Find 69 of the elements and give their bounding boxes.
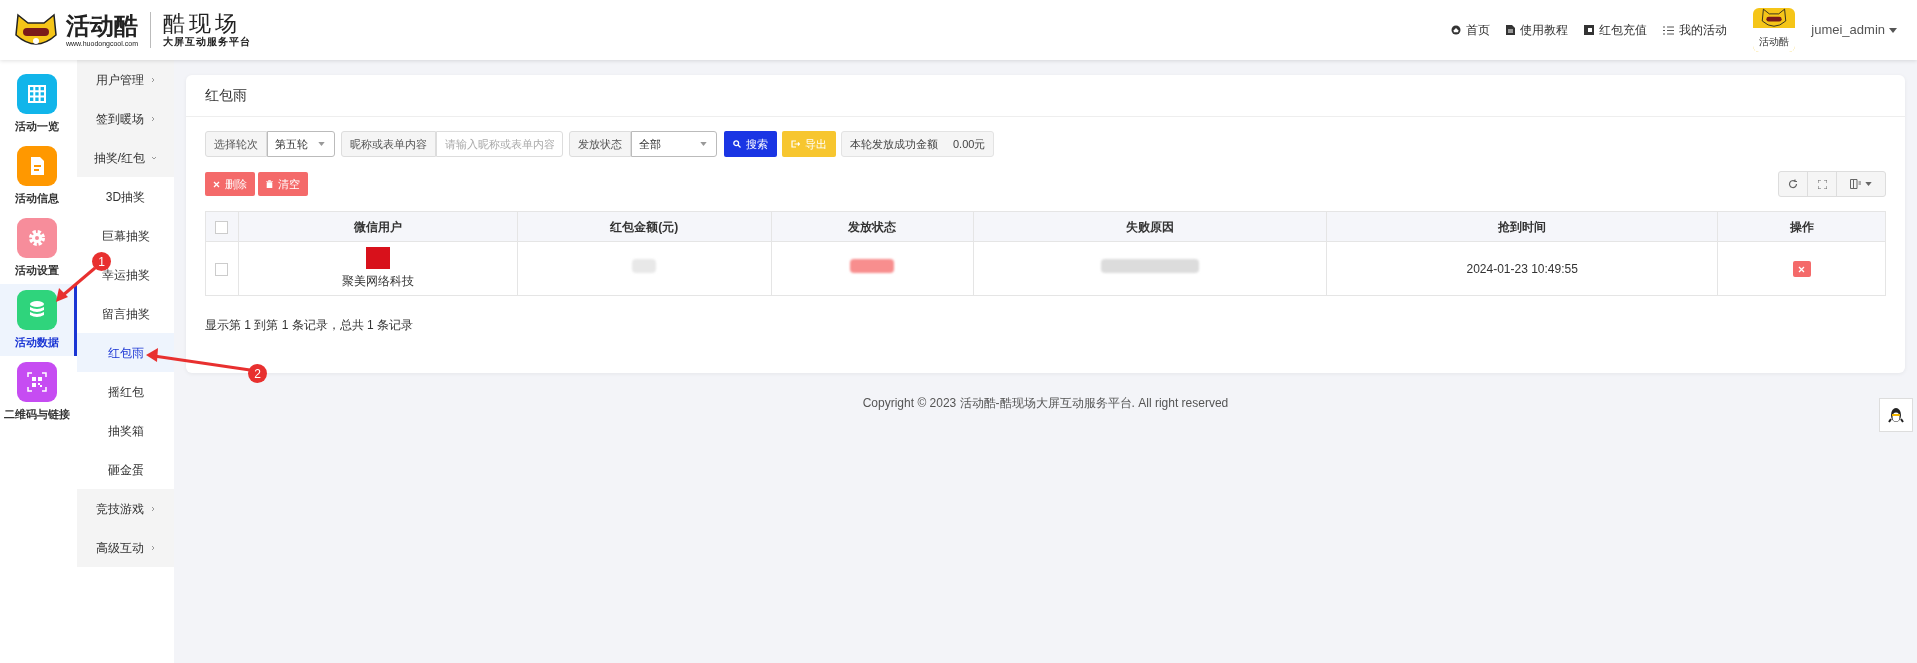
chevron-icon	[149, 115, 156, 122]
caret-icon	[318, 142, 325, 146]
list-icon	[1663, 25, 1675, 35]
nav-link[interactable]: 我的活动	[1663, 21, 1728, 39]
panel-title: 红包雨	[205, 86, 247, 105]
trash-icon	[266, 180, 273, 188]
row-checkbox[interactable]	[215, 262, 229, 276]
home-icon	[1451, 25, 1462, 35]
column-header: 抢到时间	[1326, 211, 1718, 242]
search-icon	[733, 140, 741, 148]
summary-label: 本轮发放成功金额	[850, 136, 938, 152]
sidebar-item[interactable]: 活动设置	[0, 212, 77, 284]
submenu-group[interactable]: 用户管理	[77, 60, 174, 99]
chevron-icon	[151, 154, 158, 161]
row-delete-button[interactable]	[1792, 261, 1811, 277]
column-header: 失败原因	[973, 211, 1327, 242]
qq-button[interactable]	[1879, 398, 1913, 432]
submenu-group[interactable]: 竞技游戏	[77, 489, 174, 528]
user-name: 聚美网络科技	[341, 273, 414, 290]
user-menu[interactable]: jumei_admin	[1811, 20, 1897, 40]
penguin-icon	[1888, 406, 1904, 424]
chevron-icon	[149, 505, 156, 512]
refresh-icon	[1788, 179, 1798, 189]
caret-icon	[1865, 182, 1872, 186]
column-header: 微信用户	[238, 211, 518, 242]
logo-tagline: 大屏互动服务平台	[163, 36, 251, 48]
column-header: 发放状态	[771, 211, 973, 242]
search-button[interactable]: 搜索	[724, 131, 777, 157]
copyright-text: Copyright © 2023 活动酷-酷现场大屏互动服务平台. All right reserved	[862, 395, 1229, 412]
filter-label: 选择轮次	[205, 131, 267, 157]
sidebar-item[interactable]: 活动一览	[0, 68, 77, 140]
cat-logo-icon	[14, 13, 58, 47]
summary-value: 0.00元	[953, 136, 986, 152]
submenu-group[interactable]: 抽奖/红包	[77, 138, 174, 177]
nav-link[interactable]: 使用教程	[1506, 21, 1569, 39]
search-field[interactable]: 请输入昵称或表单内容	[436, 131, 563, 157]
submenu-group[interactable]: 签到暖场	[77, 99, 174, 138]
submenu-group[interactable]: 高级互动	[77, 528, 174, 567]
sidebar-item[interactable]: 活动信息	[0, 140, 77, 212]
column-header: 操作	[1717, 211, 1886, 242]
avatar-caption: 活动酷	[1759, 36, 1790, 47]
logo-placeholder	[365, 247, 390, 269]
avatar[interactable]: 活动酷	[1753, 8, 1796, 52]
document-icon	[1506, 25, 1516, 35]
fullscreen-icon	[1817, 179, 1827, 189]
columns-icon	[1850, 179, 1861, 189]
sidebar-item[interactable]: 二维码与链接	[0, 356, 77, 428]
logo-product: 酷现场	[163, 12, 242, 36]
sidebar-item[interactable]: 活动数据	[0, 284, 77, 356]
caret-icon	[700, 142, 707, 146]
pagination-info: 显示第 1 到第 1 条记录，总共 1 条记录	[205, 318, 414, 332]
select-field[interactable]: 全部	[631, 131, 717, 157]
logo-brand: 活动酷	[66, 12, 138, 39]
filter-label: 发放状态	[569, 131, 631, 157]
nav-link[interactable]: 首页	[1451, 21, 1491, 39]
caret-icon	[1889, 27, 1897, 33]
select-field[interactable]: 第五轮	[267, 131, 335, 157]
close-icon	[213, 180, 220, 188]
close-icon	[1798, 265, 1806, 273]
column-header: 红包金额(元)	[517, 211, 772, 242]
select-all-checkbox[interactable]	[215, 220, 229, 234]
export-icon	[791, 140, 800, 148]
grab-time: 2024-01-23 10:49:55	[1466, 261, 1578, 276]
chevron-icon	[149, 76, 156, 83]
blurred-content	[850, 259, 895, 273]
filter-label: 昵称或表单内容	[341, 131, 436, 157]
submenu-item[interactable]: 红包雨	[77, 333, 174, 372]
nav-link[interactable]: 红包充值	[1584, 21, 1648, 39]
chevron-icon	[149, 544, 156, 551]
